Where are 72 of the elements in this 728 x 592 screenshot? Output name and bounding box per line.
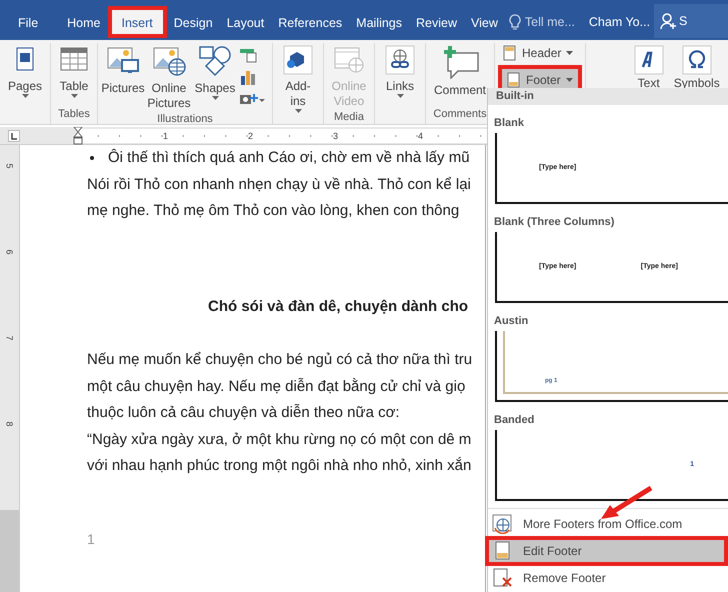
ribbon-tab[interactable]: Insert	[108, 6, 167, 38]
ruler-number: 8	[4, 422, 14, 426]
body-text: “Ngày xửa ngày xưa, ở một khu rừng nọ có một con dê m	[87, 430, 472, 450]
ribbon-command: Online Video	[327, 43, 371, 111]
body-text: Nói rồi Thỏ con nhanh nhẹn chạy ù về nhà. Thỏ con kể lại	[87, 174, 472, 194]
gallery-item-label: Blank (Three Columns)	[493, 215, 616, 230]
page-delete-icon	[493, 568, 513, 588]
footer-page-icon	[507, 72, 521, 88]
picture-globe-icon	[152, 45, 186, 77]
tell-me-field[interactable]: Tell me...	[524, 15, 583, 29]
ribbon-tab[interactable]: Design	[166, 6, 220, 38]
ruler-number: 6	[4, 250, 14, 254]
ruler-number: 2	[248, 130, 253, 140]
bullet-icon	[90, 156, 94, 160]
ribbon-tab[interactable]: References	[271, 6, 350, 38]
ribbon-tab[interactable]: Review	[409, 6, 464, 38]
ribbon-tab[interactable]: File	[6, 6, 60, 38]
ruler-number: 4	[418, 130, 423, 140]
gallery-item-label: Banded	[493, 413, 536, 428]
ribbon-command[interactable]: Pages	[3, 43, 47, 124]
group-label: Illustrations	[156, 113, 214, 125]
body-text: thuộc luôn cả câu chuyện và diễn theo nữa cơ:	[87, 403, 401, 423]
gallery-item-label: Blank	[493, 116, 525, 131]
ribbon-command[interactable]: Online Pictures	[147, 43, 191, 113]
body-text: mẹ nghe. Thỏ mẹ ôm Thỏ con vào lòng, khen con thông	[87, 201, 460, 221]
tab-selector-icon	[8, 130, 20, 142]
footer-page-icon	[495, 541, 511, 561]
ruler-number: 5	[4, 164, 14, 168]
diagram-icon	[239, 47, 257, 63]
section-header: Built-in	[488, 88, 728, 105]
puzzle-icon	[283, 45, 313, 75]
ribbon-tab[interactable]: Home	[60, 6, 108, 38]
person-add-icon	[660, 12, 676, 30]
heading-text: Chó sói và đàn dê, chuyện dành cho	[208, 296, 470, 316]
text-box-icon	[634, 45, 664, 75]
ruler-number: 1	[162, 130, 168, 140]
page-number: 1	[87, 530, 96, 546]
link-globe-icon	[385, 45, 415, 75]
ribbon-command[interactable]: Pictures	[101, 43, 145, 113]
menu-item[interactable]: Edit Footer	[485, 536, 728, 566]
header-page-icon	[503, 45, 517, 61]
group-label: Comments	[432, 108, 488, 122]
header-button[interactable]: Header	[498, 43, 582, 63]
shapes-icon	[198, 45, 232, 77]
body-text: Nếu mẹ muốn kể chuyện cho bé ngủ có cả thơ nữa thì tru	[87, 350, 474, 370]
screenshot-icon	[239, 91, 265, 107]
gallery-item-label: Austin	[493, 314, 530, 329]
list-item-text: Ôi thế thì thích quá anh Cáo ơi, chờ em về nhà lấy mũ	[108, 148, 470, 168]
ribbon-tab[interactable]: Mailings	[349, 6, 410, 38]
menu-item[interactable]: Remove Footer	[488, 566, 728, 590]
ribbon-command[interactable]: Add-ins	[276, 43, 320, 124]
ruler-number: 3	[332, 130, 338, 140]
ribbon-command[interactable]: Table	[54, 43, 94, 108]
group-label: Media	[333, 111, 365, 124]
globe-refresh-icon	[492, 514, 514, 534]
menu-item[interactable]: More Footers from Office.com	[488, 512, 728, 536]
ribbon-tab[interactable]: Layout	[220, 6, 272, 38]
ribbon-command[interactable]: Links	[378, 43, 422, 124]
body-text: với nhau hạnh phúc trong một ngôi nhà nho nhỏ, xinh xắn	[87, 456, 472, 476]
lightbulb-icon	[508, 14, 521, 30]
bar-chart-icon	[239, 69, 257, 85]
share-button[interactable]: S	[654, 4, 728, 38]
ribbon-command[interactable]: Comment	[429, 43, 491, 108]
pointer-arrow	[600, 486, 654, 520]
film-globe-icon	[333, 45, 365, 75]
ribbon-tab[interactable]: View	[464, 6, 505, 38]
omega-icon	[682, 45, 712, 75]
ruler-number: 7	[4, 336, 14, 340]
body-text: một câu chuyện hay. Nếu mẹ diễn đạt bằng cử chỉ và giọ	[87, 376, 466, 396]
user-name[interactable]: Cham Yo...	[584, 6, 654, 38]
group-label: Tables	[57, 108, 91, 122]
ribbon-command[interactable]: Shapes	[193, 43, 237, 113]
